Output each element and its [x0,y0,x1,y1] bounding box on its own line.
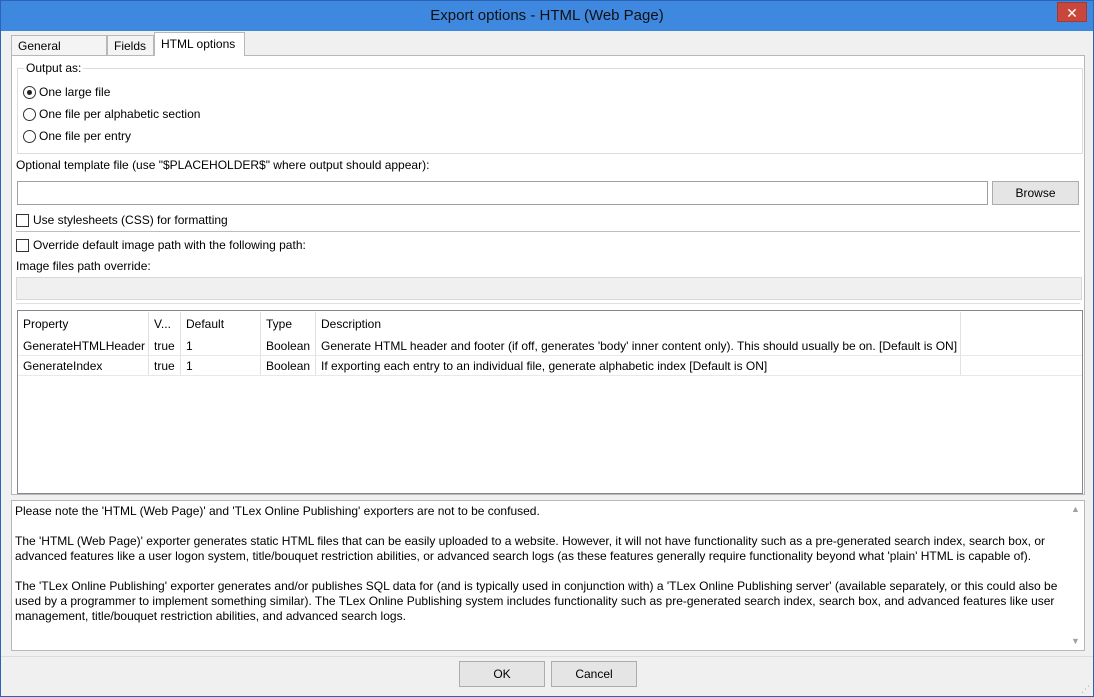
scroll-down-arrow-icon[interactable]: ▼ [1067,633,1084,650]
radio-one-file-per-entry[interactable]: One file per entry [23,128,131,144]
footer-separator [1,656,1093,657]
radio-button[interactable] [23,129,36,143]
title-bar[interactable]: Export options - HTML (Web Page) ✕ [1,1,1093,31]
export-options-window: Export options - HTML (Web Page) ✕ Gener… [0,0,1094,697]
notes-paragraph: The 'TLex Online Publishing' exporter ge… [15,579,1058,623]
tab-html-options[interactable]: HTML options [154,32,245,56]
cell-default: 1 [181,336,261,355]
column-header-description[interactable]: Description [316,312,961,336]
notes-textarea[interactable]: Please note the 'HTML (Web Page)' and 'T… [11,500,1085,651]
html-options-page: Output as: One large file One file per a… [11,55,1085,495]
close-icon: ✕ [1066,5,1078,21]
image-path-label: Image files path override: [16,259,151,273]
resize-grip-icon[interactable]: ⋰ [1081,684,1091,694]
table-row[interactable]: GenerateHTMLHeader true 1 Boolean Genera… [18,336,1082,356]
use-css-label: Use stylesheets (CSS) for formatting [33,213,228,227]
cell-description: Generate HTML header and footer (if off,… [316,336,961,355]
window-title: Export options - HTML (Web Page) [430,7,664,24]
column-header-value[interactable]: V... [149,312,181,336]
cell-type: Boolean [261,356,316,375]
separator-line [16,231,1080,232]
close-button[interactable]: ✕ [1057,2,1087,22]
radio-label: One file per alphabetic section [39,107,201,121]
scroll-up-arrow-icon[interactable]: ▲ [1067,501,1084,518]
cell-value[interactable]: true [149,336,181,355]
override-path-checkbox-row[interactable]: Override default image path with the fol… [16,238,306,252]
column-header-type[interactable]: Type [261,312,316,336]
cell-property: GenerateIndex [18,356,149,375]
image-path-input[interactable] [16,277,1082,300]
radio-button[interactable] [23,107,36,121]
browse-button[interactable]: Browse [992,181,1079,205]
notes-paragraph: The 'HTML (Web Page)' exporter generates… [15,534,1045,563]
output-as-legend: Output as: [24,61,84,75]
cancel-button[interactable]: Cancel [551,661,637,687]
cell-type: Boolean [261,336,316,355]
template-file-input[interactable] [17,181,988,205]
tab-general-settings[interactable]: General settings [11,35,107,73]
override-path-label: Override default image path with the fol… [33,238,306,252]
table-row[interactable]: GenerateIndex true 1 Boolean If exportin… [18,356,1082,376]
override-path-checkbox[interactable] [16,238,29,252]
ok-button[interactable]: OK [459,661,545,687]
cell-value[interactable]: true [149,356,181,375]
cell-default: 1 [181,356,261,375]
cell-description: If exporting each entry to an individual… [316,356,961,375]
template-file-label: Optional template file (use "$PLACEHOLDE… [16,158,430,172]
tab-fields[interactable]: Fields [107,35,154,56]
use-css-checkbox-row[interactable]: Use stylesheets (CSS) for formatting [16,213,228,227]
output-as-group: Output as: One large file One file per a… [17,61,1083,154]
column-header-default[interactable]: Default [181,312,261,336]
notes-scrollbar[interactable]: ▲ ▼ [1067,501,1084,650]
radio-label: One large file [39,85,111,99]
separator-line [16,303,1080,304]
notes-paragraph: Please note the 'HTML (Web Page)' and 'T… [15,504,540,518]
properties-grid: Property V... Default Type Description G… [17,310,1083,494]
column-header-property[interactable]: Property [18,312,149,336]
radio-button-selected[interactable] [23,85,36,99]
radio-one-file-per-section[interactable]: One file per alphabetic section [23,106,200,122]
radio-one-large-file[interactable]: One large file [23,84,110,100]
use-css-checkbox[interactable] [16,213,29,227]
radio-label: One file per entry [39,129,132,143]
cell-property: GenerateHTMLHeader [18,336,149,355]
grid-header-row: Property V... Default Type Description [18,312,1082,336]
